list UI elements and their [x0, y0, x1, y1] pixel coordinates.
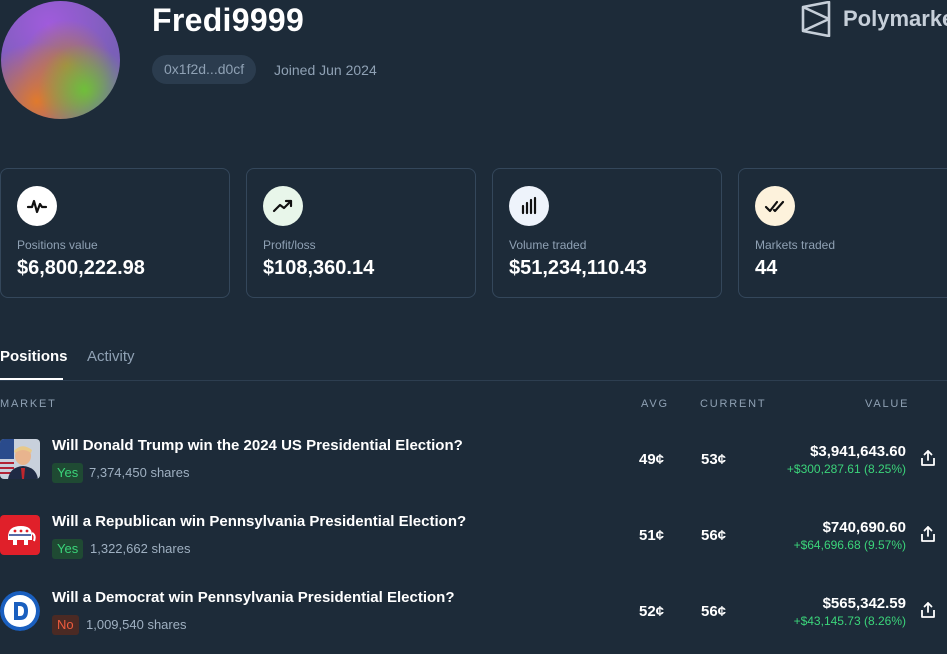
active-tab-indicator — [0, 378, 63, 380]
username: Fredi9999 — [152, 2, 305, 38]
tab-bar: Positions Activity — [0, 345, 947, 381]
avg-price: 49¢ — [639, 451, 665, 468]
avg-price: 52¢ — [639, 603, 665, 620]
tab-positions[interactable]: Positions — [0, 348, 68, 365]
market-title[interactable]: Will a Republican win Pennsylvania Presi… — [52, 513, 466, 530]
activity-pulse-icon — [17, 186, 57, 226]
share-icon[interactable] — [918, 600, 938, 620]
shares-count: 7,374,450 shares — [89, 465, 190, 480]
stat-value: 44 — [755, 257, 778, 279]
stat-label: Profit/loss — [263, 238, 316, 252]
stat-value: $51,234,110.43 — [509, 257, 647, 279]
column-header-market: MARKET — [0, 398, 57, 410]
stat-value: $108,360.14 — [263, 257, 375, 279]
stat-card-volume-traded: Volume traded $51,234,110.43 — [492, 168, 722, 298]
market-thumbnail — [0, 591, 40, 631]
position-pnl: +$64,696.68 (9.57%) — [793, 538, 906, 552]
market-thumbnail — [0, 439, 40, 479]
tab-activity[interactable]: Activity — [87, 348, 135, 365]
outcome-badge: Yes — [52, 463, 84, 483]
market-title[interactable]: Will Donald Trump win the 2024 US Presid… — [52, 437, 463, 454]
outcome-badge: No — [52, 615, 79, 635]
trending-up-icon — [263, 186, 303, 226]
double-check-icon — [755, 186, 795, 226]
stat-value: $6,800,222.98 — [17, 257, 145, 279]
position-value: $740,690.60 — [822, 519, 906, 536]
current-price: 56¢ — [701, 603, 727, 620]
avatar — [1, 1, 120, 119]
stat-card-markets-traded: Markets traded 44 — [738, 168, 947, 298]
stat-card-positions-value: Positions value $6,800,222.98 — [0, 168, 230, 298]
shares-count: 1,322,662 shares — [90, 541, 191, 556]
share-icon[interactable] — [918, 524, 938, 544]
current-price: 53¢ — [701, 451, 727, 468]
avg-price: 51¢ — [639, 527, 665, 544]
wallet-address-pill[interactable]: 0x1f2d...d0cf — [152, 55, 257, 84]
column-header-current: CURRENT — [700, 398, 767, 410]
position-pnl: +$300,287.61 (8.25%) — [786, 462, 906, 476]
brand-name: Polymarket — [843, 6, 947, 31]
stat-label: Volume traded — [509, 238, 587, 252]
column-header-avg: AVG — [641, 398, 669, 410]
stat-card-profit-loss: Profit/loss $108,360.14 — [246, 168, 476, 298]
outcome-badge: Yes — [52, 539, 84, 559]
bar-chart-icon — [509, 186, 549, 226]
column-header-value: VALUE — [865, 398, 910, 410]
position-pnl: +$43,145.73 (8.26%) — [793, 614, 906, 628]
stat-label: Positions value — [17, 238, 98, 252]
position-value: $3,941,643.60 — [810, 443, 906, 460]
market-title[interactable]: Will a Democrat win Pennsylvania Preside… — [52, 589, 455, 606]
position-value: $565,342.59 — [822, 595, 906, 612]
share-icon[interactable] — [918, 448, 938, 468]
joined-date: Joined Jun 2024 — [274, 62, 377, 78]
position-row[interactable]: Will a Democrat win Pennsylvania Preside… — [0, 584, 947, 654]
position-row[interactable]: Will a Republican win Pennsylvania Presi… — [0, 508, 947, 584]
polymarket-logo-icon — [801, 1, 831, 37]
position-row[interactable]: Will Donald Trump win the 2024 US Presid… — [0, 432, 947, 508]
shares-count: 1,009,540 shares — [86, 617, 187, 632]
current-price: 56¢ — [701, 527, 727, 544]
stat-label: Markets traded — [755, 238, 836, 252]
brand-logo[interactable]: Polymarket — [800, 0, 947, 38]
market-thumbnail — [0, 515, 40, 555]
